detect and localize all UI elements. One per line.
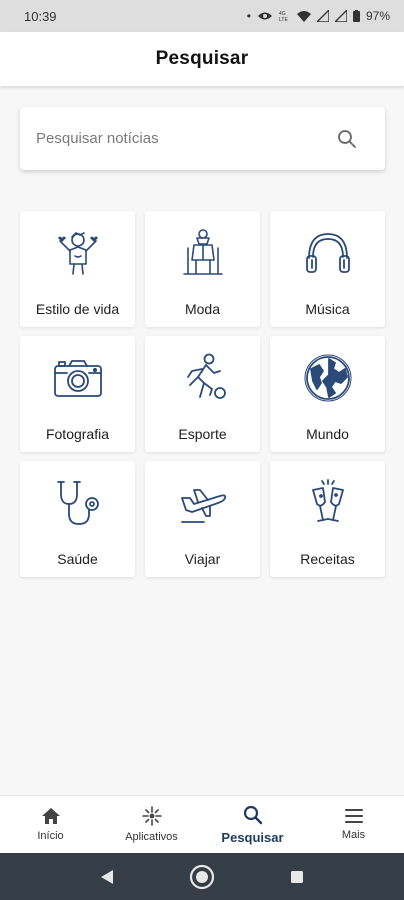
back-button[interactable]	[87, 857, 127, 897]
category-label: Saúde	[57, 551, 98, 567]
category-label: Receitas	[300, 551, 355, 567]
battery-percent: 97%	[365, 9, 390, 23]
category-label: Viajar	[184, 551, 221, 567]
category-viajar[interactable]: Viajar	[145, 461, 260, 577]
sparkle-icon	[141, 806, 162, 826]
nav-label: Início	[37, 830, 64, 842]
signal-icon-2	[334, 10, 347, 22]
home-icon	[41, 808, 60, 824]
menu-icon	[344, 809, 363, 823]
dot-icon: •	[246, 9, 251, 23]
category-musica[interactable]: Música	[270, 211, 385, 327]
search-icon	[243, 805, 262, 824]
wifi-icon	[296, 10, 311, 22]
app-header: Pesquisar	[0, 32, 404, 86]
recents-square-icon	[290, 870, 303, 883]
nav-pesquisar[interactable]: Pesquisar	[202, 796, 303, 853]
category-receitas[interactable]: Receitas	[270, 461, 385, 577]
search-input[interactable]	[36, 130, 335, 147]
globe-icon	[304, 354, 351, 402]
category-label: Moda	[184, 301, 221, 317]
category-label: Mundo	[306, 426, 349, 442]
category-estilo-de-vida[interactable]: Estilo de vida	[20, 211, 135, 327]
signal-icon	[316, 10, 329, 22]
nav-label: Mais	[341, 829, 366, 841]
category-esporte[interactable]: Esporte	[145, 336, 260, 452]
battery-icon	[352, 10, 360, 22]
lte-icon: 4GLTE	[279, 11, 288, 22]
headphones-icon	[305, 233, 350, 273]
recents-button[interactable]	[277, 857, 317, 897]
camera-icon	[53, 360, 102, 397]
nav-mais[interactable]: Mais	[303, 796, 404, 853]
nav-aplicativos[interactable]: Aplicativos	[101, 796, 202, 853]
person-heart-icon	[57, 232, 98, 275]
nav-label: Pesquisar	[221, 829, 284, 845]
eye-icon	[257, 12, 272, 20]
search-box[interactable]	[20, 107, 385, 170]
bottom-nav: Início Aplicativos Pesquisar Mais	[0, 795, 404, 853]
category-moda[interactable]: Moda	[145, 211, 260, 327]
search-button[interactable]	[335, 127, 359, 151]
search-icon	[338, 129, 356, 148]
category-label: Fotografia	[45, 426, 110, 442]
category-label: Esporte	[178, 426, 227, 442]
category-saude[interactable]: Saúde	[20, 461, 135, 577]
champagne-toast-icon	[311, 479, 344, 522]
home-circle-icon	[189, 864, 215, 889]
svg-text:LTE: LTE	[279, 17, 288, 22]
home-button[interactable]	[182, 857, 222, 897]
system-nav-bar	[0, 853, 404, 900]
nav-label: Aplicativos	[125, 831, 178, 843]
status-time: 10:39	[24, 8, 57, 24]
category-label: Estilo de vida	[35, 301, 120, 317]
category-label: Música	[305, 301, 350, 317]
category-mundo[interactable]: Mundo	[270, 336, 385, 452]
status-icons: • 4G LTE 97%	[247, 9, 390, 23]
soccer-player-icon	[186, 353, 226, 399]
nav-inicio[interactable]: Início	[0, 796, 101, 853]
airplane-icon	[180, 489, 226, 523]
fashion-mannequin-icon	[182, 229, 223, 275]
stethoscope-icon	[56, 481, 99, 525]
category-grid: Estilo de vida Moda Música Fotografia Es…	[20, 211, 385, 577]
status-bar: 10:39 • 4G LTE 97%	[0, 0, 404, 32]
back-triangle-icon	[101, 869, 114, 884]
category-fotografia[interactable]: Fotografia	[20, 336, 135, 452]
page-title: Pesquisar	[155, 48, 249, 69]
